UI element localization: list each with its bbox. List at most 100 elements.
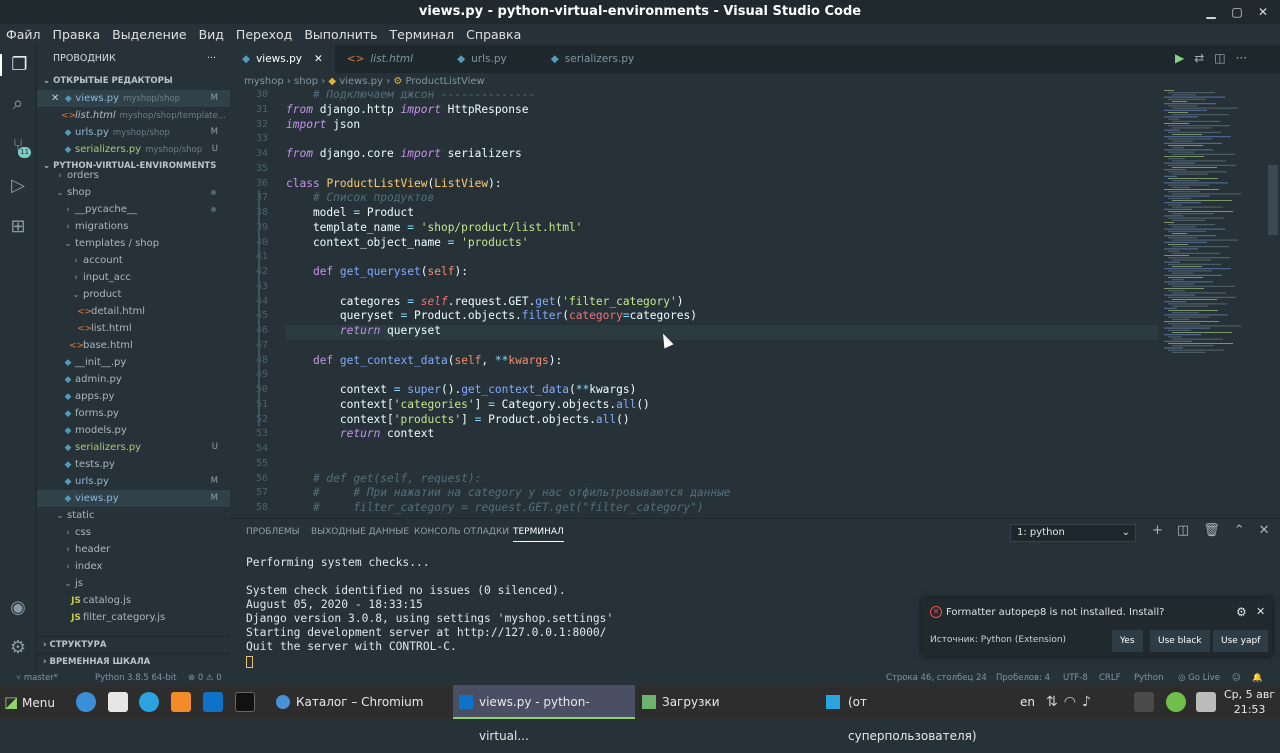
split-terminal-icon[interactable]: ◫: [1177, 523, 1189, 538]
tree-item-admin-py[interactable]: ◆ admin.py: [37, 371, 230, 388]
close-tab-icon[interactable]: ✕: [314, 45, 323, 73]
timeline-section[interactable]: › ВРЕМЕННАЯ ШКАЛА: [37, 653, 230, 670]
open-editor-item[interactable]: ◆ urls.py myshop/shop M: [37, 124, 230, 141]
notifications-bell-icon[interactable]: 🔔: [1252, 672, 1263, 685]
tab-serializers-py[interactable]: ◆ serializers.py: [539, 45, 667, 73]
minimap[interactable]: [1160, 90, 1280, 518]
tree-item-filter-category-js[interactable]: JS filter_category.js: [37, 609, 230, 622]
new-terminal-icon[interactable]: +: [1152, 523, 1163, 538]
wifi-icon[interactable]: ◠: [1064, 694, 1082, 710]
menu-terminal[interactable]: Терминал: [384, 24, 461, 45]
python-interpreter-status[interactable]: Python 3.8.5 64-bit: [95, 672, 176, 685]
task-vscode[interactable]: views.py - python-virtual...: [453, 685, 635, 743]
tree-item-urls-py[interactable]: ◆ urls.py M: [37, 473, 230, 490]
tree-item-models-py[interactable]: ◆ models.py: [37, 422, 230, 439]
tree-item-product[interactable]: ⌄ product: [37, 286, 230, 303]
terminal-launcher-icon[interactable]: [235, 692, 255, 712]
keyboard-layout-indicator[interactable]: en: [1020, 685, 1035, 719]
tray-app-icon[interactable]: [1134, 692, 1154, 712]
clipboard-icon[interactable]: [1196, 692, 1216, 712]
tree-item-static[interactable]: ⌄ static: [37, 507, 230, 524]
cursor-position-status[interactable]: Строка 46, столбец 24: [886, 672, 987, 685]
files-launcher-icon[interactable]: [108, 692, 128, 712]
tree-item-account[interactable]: › account: [37, 252, 230, 269]
tab-debug-console[interactable]: КОНСОЛЬ ОТЛАДКИ: [414, 527, 509, 537]
compare-icon[interactable]: ⇄: [1194, 51, 1204, 65]
tree-item-templates-shop[interactable]: ⌄ templates / shop: [37, 235, 230, 252]
clock[interactable]: Ср, 5 авг 21:53: [1224, 687, 1275, 717]
tree-item-serializers-py[interactable]: ◆ serializers.py U: [37, 439, 230, 456]
editor-more-icon[interactable]: ···: [1236, 51, 1247, 65]
sublime-launcher-icon[interactable]: [171, 692, 191, 712]
feedback-icon[interactable]: ☺: [1232, 672, 1241, 685]
tree-item-base-html[interactable]: <>base.html: [37, 337, 230, 354]
close-editor-icon[interactable]: ✕: [51, 93, 59, 104]
tree-item-apps-py[interactable]: ◆ apps.py: [37, 388, 230, 405]
maximize-panel-icon[interactable]: ⌃: [1234, 523, 1245, 538]
tree-item--init-py[interactable]: ◆ __init__.py: [37, 354, 230, 371]
close-panel-icon[interactable]: ✕: [1259, 523, 1270, 538]
tree-item-orders[interactable]: › orders: [37, 167, 230, 184]
use-yapf-button[interactable]: Use yapf: [1213, 630, 1269, 652]
tab-terminal[interactable]: ТЕРМИНАЛ: [513, 527, 564, 542]
browser-launcher-icon[interactable]: [76, 692, 96, 712]
tree-item-views-py[interactable]: ◆ views.py M: [37, 490, 230, 507]
split-editor-icon[interactable]: ◫: [1214, 51, 1225, 65]
encoding-status[interactable]: UTF-8: [1063, 672, 1088, 685]
minimize-icon[interactable]: ▁: [1202, 3, 1220, 21]
tree-item-forms-py[interactable]: ◆ forms.py: [37, 405, 230, 422]
tree-item-input-acc[interactable]: › input_acc: [37, 269, 230, 286]
task-downloads[interactable]: Загрузки: [640, 685, 810, 719]
shield-icon[interactable]: [1166, 692, 1186, 712]
settings-gear-icon[interactable]: ⚙: [7, 637, 29, 659]
tree-item-tests-py[interactable]: ◆ tests.py: [37, 456, 230, 473]
explorer-icon[interactable]: ❐: [0, 54, 37, 76]
tree-item-shop[interactable]: ⌄ shop: [37, 184, 230, 201]
tab-views-py[interactable]: ◆ views.py ✕: [230, 45, 335, 73]
task-chromium[interactable]: Каталог – Chromium: [274, 685, 450, 719]
open-editor-item[interactable]: ✕ ◆ views.py myshop/shop M: [37, 90, 230, 107]
breadcrumb-myshop[interactable]: myshop: [244, 76, 284, 87]
vscode-launcher-icon[interactable]: [203, 692, 223, 712]
breadcrumb-shop[interactable]: shop: [294, 76, 318, 87]
menu-go[interactable]: Переход: [230, 24, 298, 45]
menu-file[interactable]: Файл: [0, 24, 47, 45]
outline-section[interactable]: › СТРУКТУРА: [37, 636, 230, 653]
volume-icon[interactable]: ♪: [1082, 694, 1097, 710]
code-editor[interactable]: 30 # Подключаем джсон -------------- 31 fr…: [230, 90, 1280, 518]
eol-status[interactable]: CRLF: [1099, 672, 1120, 685]
maximize-icon[interactable]: ▢: [1228, 3, 1246, 21]
tab-urls-py[interactable]: ◆ urls.py: [445, 45, 539, 73]
terminal-select[interactable]: 1: python ⌄: [1010, 524, 1136, 542]
git-branch-status[interactable]: ⑂ master*: [16, 672, 58, 685]
more-actions-icon[interactable]: ···: [207, 45, 216, 73]
tab-list-html[interactable]: <> list.html: [335, 45, 445, 73]
extensions-icon[interactable]: ⊞: [7, 216, 29, 238]
tree-item-catalog-js[interactable]: JS catalog.js: [37, 592, 230, 609]
menu-run[interactable]: Выполнить: [298, 24, 383, 45]
open-editor-item[interactable]: ◆ serializers.py myshop/shop U: [37, 141, 230, 158]
telegram-launcher-icon[interactable]: [139, 692, 159, 712]
search-icon[interactable]: ⌕: [7, 93, 29, 115]
tree-item-css[interactable]: › css: [37, 524, 230, 541]
close-window-icon[interactable]: ✕: [1254, 3, 1272, 21]
tree-item-header[interactable]: › header: [37, 541, 230, 558]
menu-view[interactable]: Вид: [193, 24, 230, 45]
tab-problems[interactable]: ПРОБЛЕМЫ: [246, 527, 300, 537]
indentation-status[interactable]: Пробелов: 4: [996, 672, 1050, 685]
notification-settings-icon[interactable]: ⚙: [1236, 605, 1247, 619]
go-live-status[interactable]: ◎ Go Live: [1178, 672, 1220, 685]
menu-help[interactable]: Справка: [460, 24, 527, 45]
task-superuser[interactable]: (от суперпользователя): [824, 685, 994, 743]
breadcrumb-file[interactable]: views.py: [339, 76, 383, 87]
use-black-button[interactable]: Use black: [1150, 630, 1210, 652]
start-menu-button[interactable]: ◪ Menu: [4, 685, 55, 719]
tree-item-detail-html[interactable]: <>detail.html: [37, 303, 230, 320]
kill-terminal-icon[interactable]: 🗑: [1203, 523, 1220, 538]
tree-item--pycache-[interactable]: › __pycache__: [37, 201, 230, 218]
breadcrumb-symbol[interactable]: ProductListView: [406, 76, 485, 87]
tree-item-js[interactable]: ⌄ js: [37, 575, 230, 592]
run-debug-icon[interactable]: ▷: [7, 175, 29, 197]
install-yes-button[interactable]: Yes: [1112, 630, 1143, 652]
notification-close-icon[interactable]: ✕: [1256, 605, 1265, 618]
